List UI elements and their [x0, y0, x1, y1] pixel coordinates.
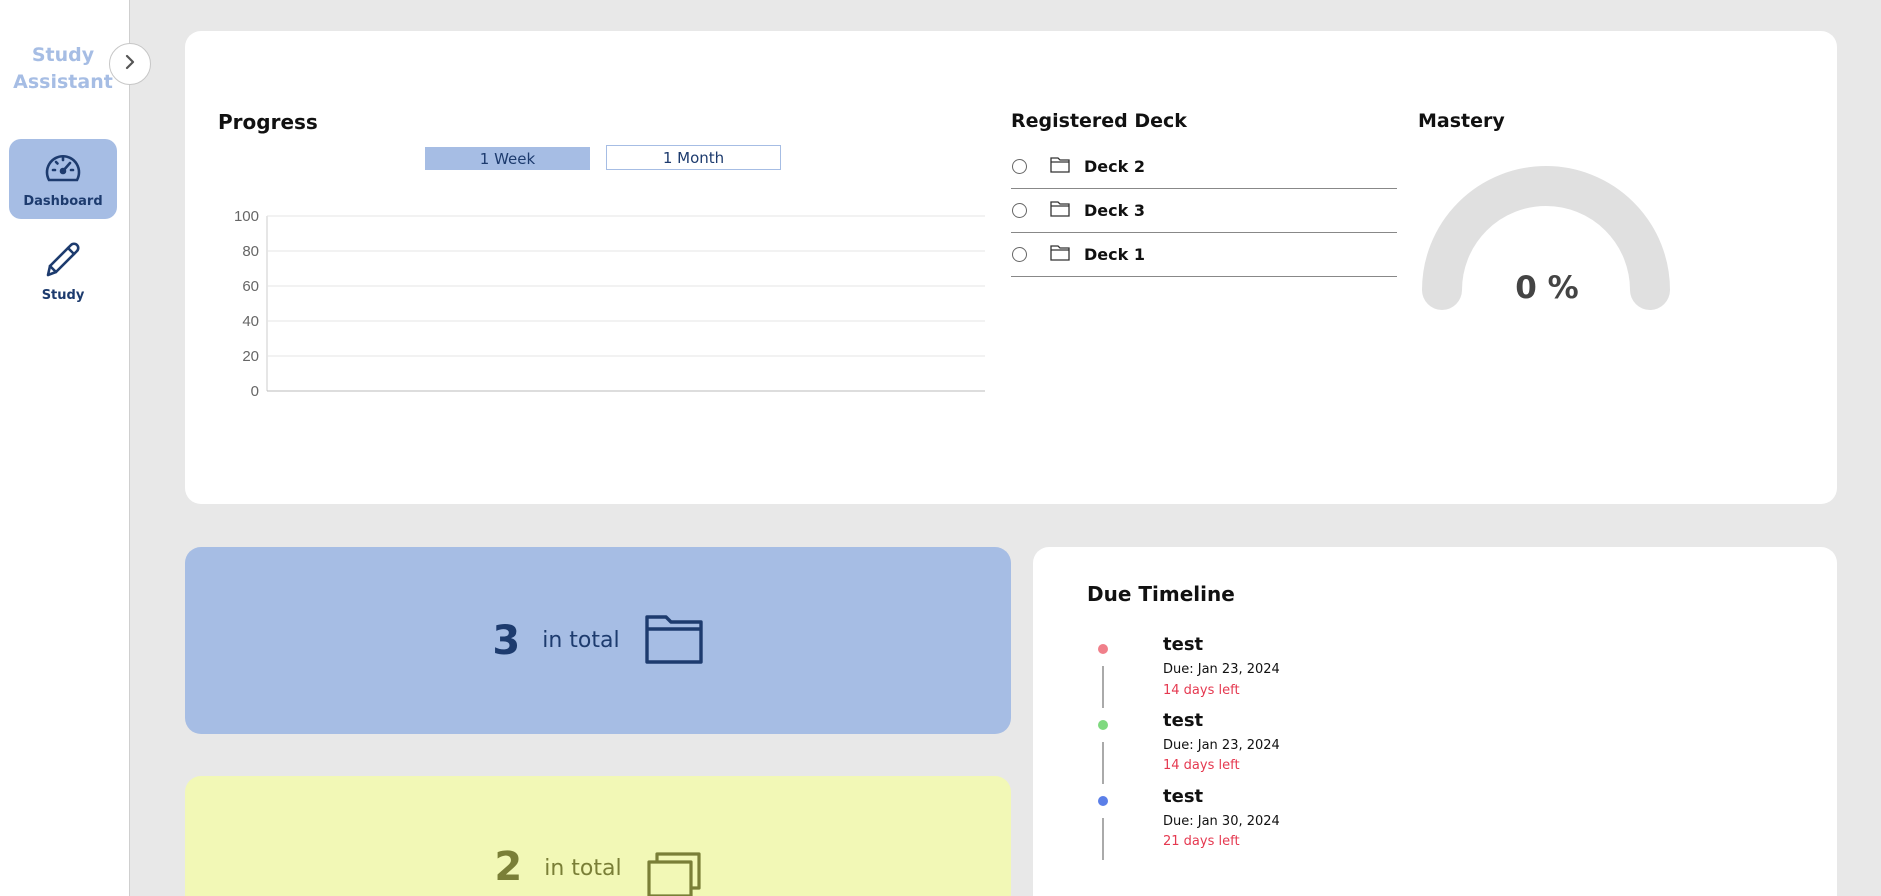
timeline-item-due: Due: Jan 23, 2024 — [1163, 738, 1280, 753]
deck-list-item[interactable]: Deck 2 — [1011, 145, 1397, 189]
sidebar-item-dashboard[interactable]: Dashboard — [9, 139, 117, 219]
timeline-item-due: Due: Jan 23, 2024 — [1163, 662, 1280, 677]
chart-y-tick-label: 0 — [251, 383, 259, 400]
deck-radio[interactable] — [1012, 159, 1027, 174]
timeline-item-title[interactable]: test — [1163, 710, 1203, 731]
range-1-month-button[interactable]: 1 Month — [606, 145, 781, 170]
cards-stack-icon — [646, 850, 702, 896]
chart-y-tick-label: 40 — [242, 313, 259, 330]
deck-count-card[interactable]: 3 in total — [185, 547, 1011, 734]
due-timeline-card: Due Timeline — [1033, 547, 1837, 896]
gauge-icon — [43, 150, 83, 190]
deck-name: Deck 2 — [1084, 157, 1145, 176]
timeline-item-days-left: 14 days left — [1163, 683, 1240, 698]
deck-count-label: in total — [542, 628, 620, 653]
pencil-icon — [43, 238, 83, 284]
sidebar-item-label: Dashboard — [23, 193, 103, 209]
sidebar: Study Assistant Dashboard Study — [0, 0, 130, 896]
folder-icon — [1050, 244, 1070, 265]
timeline-connector — [1102, 742, 1104, 784]
chart-y-tick-label: 100 — [234, 208, 259, 225]
timeline-item-due: Due: Jan 30, 2024 — [1163, 814, 1280, 829]
brand-line-1: Study — [31, 44, 95, 66]
range-1-week-button[interactable]: 1 Week — [425, 147, 590, 170]
deck-name: Deck 3 — [1084, 201, 1145, 220]
deck-count: 3 — [492, 617, 521, 664]
timeline-item-title[interactable]: test — [1163, 634, 1203, 655]
timeline-dot — [1098, 796, 1108, 806]
deck-list-item[interactable]: Deck 1 — [1011, 233, 1397, 277]
chart-y-tick-label: 20 — [242, 348, 259, 365]
sidebar-item-label: Study — [41, 287, 85, 303]
timeline-connector — [1102, 666, 1104, 708]
timeline-item-days-left: 21 days left — [1163, 834, 1240, 849]
deck-list-item[interactable]: Deck 3 — [1011, 189, 1397, 233]
mastery-title: Mastery — [1418, 110, 1505, 132]
timeline-dot — [1098, 720, 1108, 730]
timeline-dot — [1098, 644, 1108, 654]
timeline-item-days-left: 14 days left — [1163, 758, 1240, 773]
sidebar-toggle-button[interactable] — [109, 43, 151, 85]
folder-icon — [1050, 200, 1070, 221]
progress-chart: 100 80 60 40 20 0 — [234, 208, 985, 400]
chart-y-tick-label: 80 — [242, 243, 259, 260]
card-count: 2 — [494, 844, 523, 890]
deck-radio[interactable] — [1012, 203, 1027, 218]
deck-radio[interactable] — [1012, 247, 1027, 262]
app-brand: Study Assistant — [0, 42, 126, 96]
card-count-card[interactable]: 2 in total — [185, 776, 1011, 896]
sidebar-item-study[interactable]: Study — [9, 230, 117, 310]
mastery-value: 0 % — [1515, 270, 1579, 306]
timeline-item-title[interactable]: test — [1163, 786, 1203, 807]
deck-name: Deck 1 — [1084, 245, 1145, 264]
folder-icon — [1050, 156, 1070, 177]
folder-icon — [644, 613, 704, 669]
progress-title: Progress — [218, 110, 318, 134]
brand-line-2: Assistant — [13, 71, 113, 93]
timeline-connector — [1102, 818, 1104, 860]
due-timeline-title: Due Timeline — [1087, 582, 1235, 606]
registered-deck-title: Registered Deck — [1011, 110, 1187, 132]
chevron-right-icon — [123, 54, 137, 74]
card-count-label: in total — [544, 856, 622, 881]
chart-y-tick-label: 60 — [242, 278, 259, 295]
